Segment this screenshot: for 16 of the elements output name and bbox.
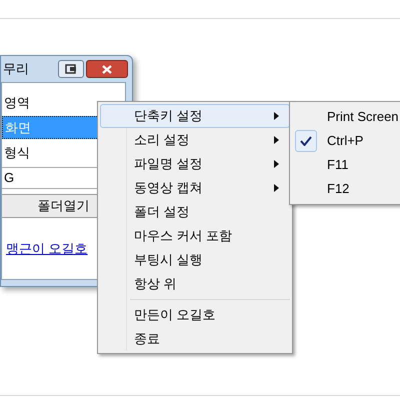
menu-item[interactable]: 종료	[100, 327, 290, 351]
author-link[interactable]: 맹근이 오길호	[6, 238, 88, 258]
menu-item[interactable]: 만든이 오길호	[100, 303, 290, 327]
menu-item[interactable]: 마우스 커서 포함	[100, 224, 290, 248]
close-icon	[102, 64, 112, 74]
submenu-item[interactable]: F12	[292, 177, 400, 201]
submenu-item[interactable]: Ctrl+P	[292, 129, 400, 153]
submenu-item[interactable]: F11	[292, 153, 400, 177]
menu-item[interactable]: 항상 위	[100, 272, 290, 296]
window-icon	[65, 64, 77, 74]
submenu-item[interactable]: Print Screen	[292, 105, 400, 129]
menu-item[interactable]: 부팅시 실행	[100, 248, 290, 272]
restore-button[interactable]	[58, 60, 84, 78]
close-button[interactable]	[86, 60, 128, 78]
menu-item[interactable]: 단축키 설정	[100, 104, 290, 128]
window-title: 무리	[3, 60, 29, 78]
